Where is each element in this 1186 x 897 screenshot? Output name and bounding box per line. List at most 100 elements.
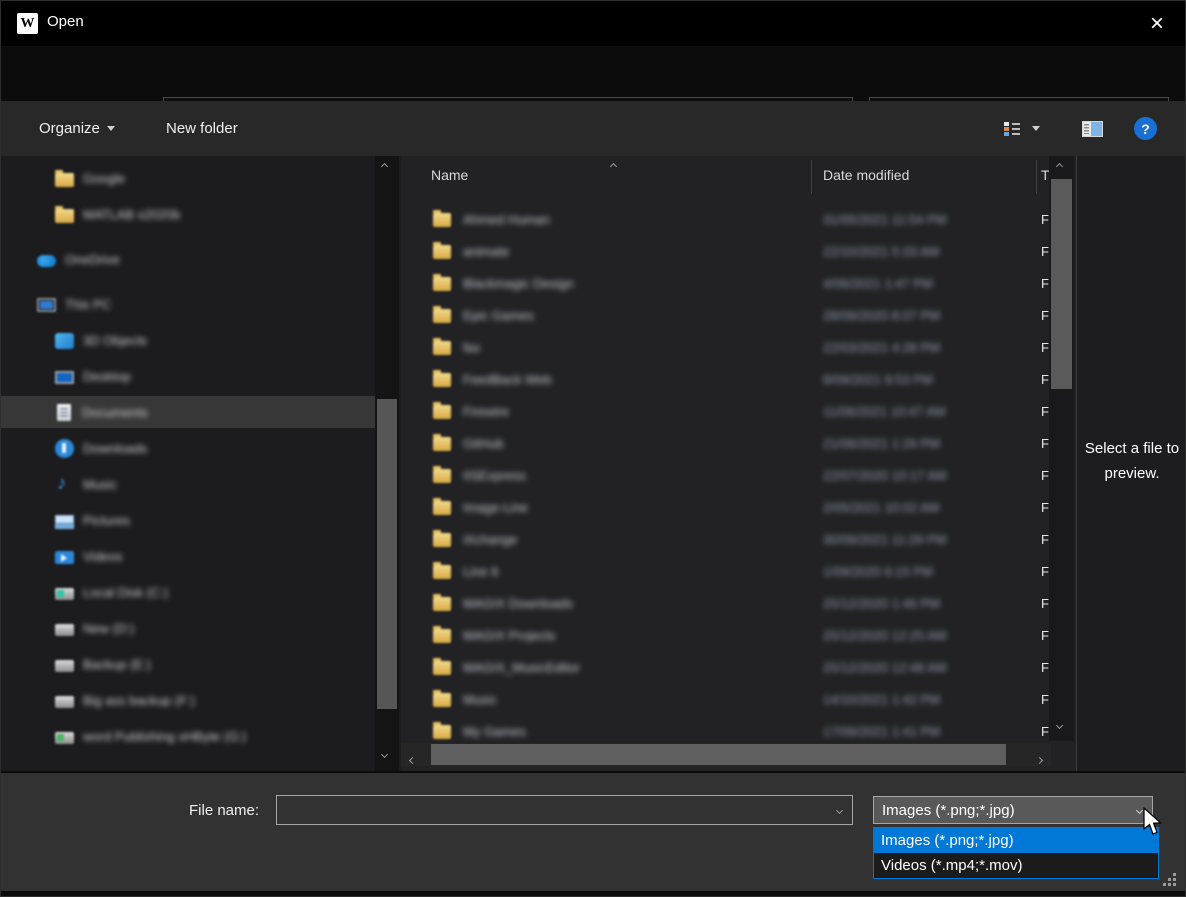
folder-icon (433, 213, 451, 227)
help-icon: ? (1141, 121, 1150, 137)
scroll-up-icon[interactable] (1057, 164, 1062, 169)
close-button[interactable]: × (1129, 1, 1185, 46)
file-row[interactable]: Epic Games 28/09/2020 8:07 PM F (401, 300, 1049, 332)
new-folder-button[interactable]: New folder (166, 101, 238, 156)
file-row[interactable]: Ahmed Human 31/05/2021 11:54 PM F (401, 204, 1049, 236)
file-row[interactable]: MAGIX Projects 25/12/2020 12:25 AM F (401, 620, 1049, 652)
file-name-input[interactable] (277, 802, 837, 819)
file-row[interactable]: animate 22/10/2021 5:33 AM F (401, 236, 1049, 268)
file-row[interactable]: GitHub 21/06/2021 1:29 PM F (401, 428, 1049, 460)
column-headers: Name Date modified Ty (401, 156, 1076, 198)
sidebar-item-icon (55, 515, 74, 529)
sidebar-item[interactable]: MATLAB s2020b (1, 198, 375, 230)
scroll-up-icon[interactable] (382, 164, 387, 169)
file-row[interactable]: Firewire 11/06/2021 10:47 AM F (401, 396, 1049, 428)
date-modified-cell: 8/09/2021 9:53 PM (823, 372, 933, 387)
column-divider[interactable] (1036, 160, 1037, 194)
sidebar-item[interactable]: New (D:) (1, 612, 375, 644)
sidebar-item-label: Documents (82, 405, 148, 420)
type-cell: F (1041, 596, 1049, 611)
vertical-scrollbar-thumb[interactable] (1051, 179, 1072, 389)
sidebar-item[interactable]: Backup (E:) (1, 648, 375, 680)
file-list-horizontal-scrollbar[interactable] (401, 743, 1051, 766)
horizontal-scrollbar-thumb[interactable] (431, 744, 1006, 765)
file-row[interactable]: MAGIX Downloads 25/12/2020 1:46 PM F (401, 588, 1049, 620)
folder-icon (433, 405, 451, 419)
organize-label: Organize (39, 120, 100, 137)
type-cell: F (1041, 500, 1049, 515)
column-header-name[interactable]: Name (431, 167, 468, 183)
type-cell: F (1041, 244, 1049, 259)
sidebar-item-label: Backup (E:) (83, 657, 151, 672)
scroll-down-icon[interactable] (1057, 723, 1062, 728)
scroll-right-icon[interactable] (1037, 750, 1042, 768)
sidebar-item[interactable]: Documents (1, 396, 375, 428)
sidebar-item[interactable]: Videos (1, 540, 375, 572)
sidebar-item-icon (55, 624, 74, 636)
preview-pane-button[interactable] (1082, 101, 1103, 156)
chevron-down-icon[interactable] (836, 806, 843, 813)
file-row[interactable]: FeedBack Web 8/09/2021 9:53 PM F (401, 364, 1049, 396)
file-type-combobox[interactable]: Images (*.png;*.jpg) (873, 796, 1153, 824)
column-divider[interactable] (811, 160, 812, 194)
file-row[interactable]: Line 6 1/09/2020 6:15 PM F (401, 556, 1049, 588)
sidebar-item[interactable]: Google (1, 162, 375, 194)
file-row[interactable]: IISExpress 22/07/2020 10:17 AM F (401, 460, 1049, 492)
file-name-cell: MAGIX_MusicEditor (463, 660, 580, 675)
sidebar-item-icon (55, 551, 74, 564)
file-row[interactable]: Music 14/10/2021 1:42 PM F (401, 684, 1049, 716)
dropdown-arrow-icon (1032, 126, 1040, 131)
file-type-option[interactable]: Videos (*.mp4;*.mov) (874, 853, 1158, 878)
folder-icon (433, 597, 451, 611)
file-row[interactable]: Image-Line 2/05/2021 10:02 AM F (401, 492, 1049, 524)
sidebar-item-icon (55, 732, 74, 744)
sidebar-item-label: word Publishing xHByte (G:) (83, 729, 246, 744)
sidebar-item-label: 3D Objects (83, 333, 147, 348)
sidebar-item[interactable]: word Publishing xHByte (G:) (1, 720, 375, 752)
folder-icon (433, 693, 451, 707)
file-type-option[interactable]: Images (*.png;*.jpg) (874, 828, 1158, 853)
type-cell: F (1041, 212, 1049, 227)
scroll-left-icon[interactable] (410, 750, 415, 768)
sidebar-item[interactable]: Music (1, 468, 375, 500)
sidebar-item-icon (55, 475, 74, 494)
sidebar-item[interactable]: Big ass backup (F:) (1, 684, 375, 716)
file-row[interactable]: iXchange 30/09/2021 11:29 PM F (401, 524, 1049, 556)
date-modified-cell: 1/09/2020 6:15 PM (823, 564, 933, 579)
sidebar-item[interactable]: Pictures (1, 504, 375, 536)
date-modified-cell: 14/10/2021 1:42 PM (823, 692, 940, 707)
file-list-panel: Name Date modified Ty Ahmed Human 31/05/… (401, 156, 1076, 771)
folder-icon (433, 437, 451, 451)
file-type-dropdown: Images (*.png;*.jpg) Videos (*.mp4;*.mov… (873, 827, 1159, 879)
sidebar-item-icon (55, 588, 74, 600)
file-row[interactable]: MAGIX_MusicEditor 25/12/2020 12:48 AM F (401, 652, 1049, 684)
file-list-vertical-scrollbar[interactable] (1049, 156, 1074, 741)
column-header-date-modified[interactable]: Date modified (823, 167, 909, 183)
sidebar-item[interactable]: Desktop (1, 360, 375, 392)
sidebar-item[interactable]: Downloads (1, 432, 375, 464)
sidebar-item[interactable]: This PC (1, 288, 375, 320)
file-row[interactable]: Blackmagic Design 4/06/2021 1:47 PM F (401, 268, 1049, 300)
sidebar-item[interactable]: Local Disk (C:) (1, 576, 375, 608)
chevron-down-icon (1136, 806, 1143, 813)
folder-icon (433, 629, 451, 643)
sidebar-item-icon (55, 173, 74, 187)
file-row[interactable]: My Games 17/09/2021 1:41 PM F (401, 716, 1049, 741)
file-row[interactable]: fax 22/03/2021 4:28 PM F (401, 332, 1049, 364)
window-resize-grip[interactable] (1163, 873, 1177, 887)
help-button[interactable]: ? (1134, 117, 1157, 140)
change-view-button[interactable] (1004, 101, 1040, 156)
new-folder-label: New folder (166, 120, 238, 137)
sidebar-scrollbar[interactable] (375, 156, 399, 771)
file-name-combobox (276, 795, 853, 825)
date-modified-cell: 28/09/2020 8:07 PM (823, 308, 940, 323)
file-name-cell: animate (463, 244, 509, 259)
scroll-down-icon[interactable] (382, 752, 387, 757)
sidebar-item[interactable]: OneDrive (1, 243, 375, 275)
organize-button[interactable]: Organize (39, 101, 115, 156)
folder-icon (433, 373, 451, 387)
date-modified-cell: 21/06/2021 1:29 PM (823, 436, 940, 451)
sidebar-item[interactable]: 3D Objects (1, 324, 375, 356)
sidebar-scrollbar-thumb[interactable] (377, 399, 397, 709)
type-cell: F (1041, 276, 1049, 291)
